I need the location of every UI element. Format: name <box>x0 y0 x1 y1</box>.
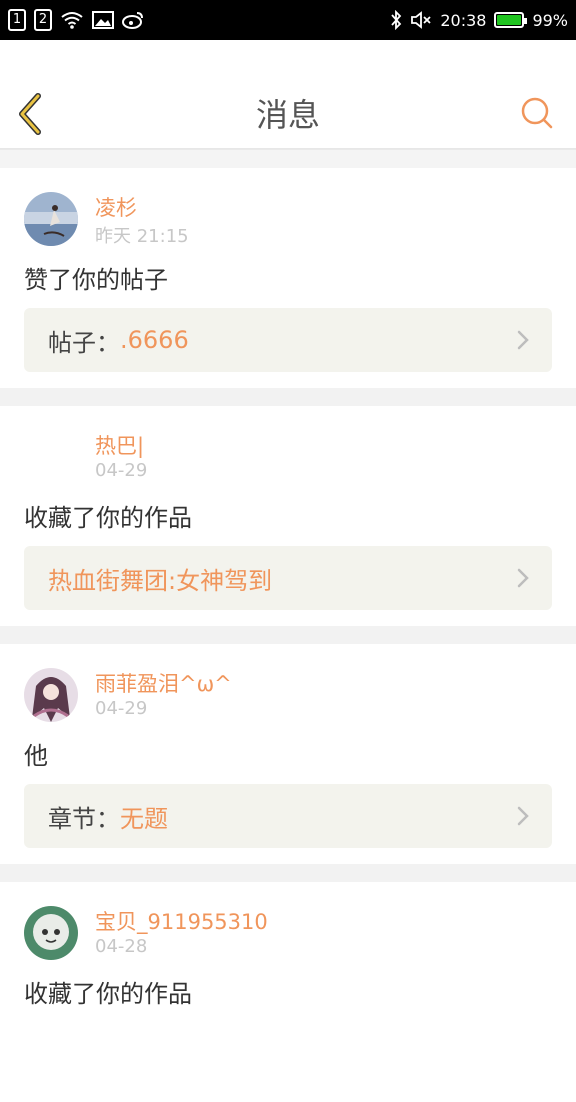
chevron-right-icon <box>517 568 529 588</box>
chevron-right-icon <box>517 330 529 350</box>
username[interactable]: 热巴| <box>95 430 144 460</box>
action-text: 赞了你的帖子 <box>24 266 168 294</box>
wifi-icon <box>61 12 83 29</box>
sim2-label: 2 <box>38 12 48 27</box>
search-icon[interactable] <box>520 96 554 130</box>
message-item[interactable]: 热巴| 04-29 收藏了你的作品 热血街舞团:女神驾到 <box>0 406 576 626</box>
battery-icon <box>494 12 528 28</box>
list-divider <box>0 864 576 882</box>
reference-card[interactable]: 热血街舞团:女神驾到 <box>24 546 552 610</box>
app-header: 消息 <box>0 40 576 149</box>
reference-label: 帖子： <box>48 328 120 357</box>
avatar-image <box>24 668 78 722</box>
reference-label: 章节： <box>48 804 120 833</box>
reference-value: 热血街舞团:女神驾到 <box>48 566 273 595</box>
avatar[interactable] <box>24 906 78 960</box>
message-item[interactable]: 雨菲盈泪^ω^ 04-29 他 章节： 无题 <box>0 644 576 864</box>
avatar[interactable] <box>24 192 78 246</box>
battery-percent: 99% <box>532 10 568 30</box>
list-divider <box>0 388 576 406</box>
list-divider <box>0 149 576 168</box>
username[interactable]: 凌杉 <box>95 192 137 222</box>
reference-value: .6666 <box>120 326 189 354</box>
status-bar-left: 1 2 <box>8 9 144 31</box>
chevron-right-icon <box>517 806 529 826</box>
status-time: 20:38 <box>440 10 487 30</box>
timestamp: 04-29 <box>95 698 148 719</box>
reference-value: 无题 <box>120 804 168 833</box>
reference-card[interactable]: 章节： 无题 <box>24 784 552 848</box>
mute-icon <box>411 11 431 29</box>
sim1-icon: 1 <box>8 9 26 31</box>
timestamp: 04-28 <box>95 936 148 957</box>
bluetooth-icon <box>391 10 402 30</box>
avatar[interactable] <box>24 430 78 484</box>
message-list: 凌杉 昨天 21:15 赞了你的帖子 帖子： .6666 热巴| 04-29 收… <box>0 149 576 1102</box>
action-text: 收藏了你的作品 <box>24 980 192 1008</box>
username[interactable]: 雨菲盈泪^ω^ <box>95 668 232 698</box>
status-bar: 1 2 20:38 99% <box>0 0 576 40</box>
image-icon <box>92 11 114 29</box>
reference-card[interactable]: 帖子： .6666 <box>24 308 552 372</box>
sim2-icon: 2 <box>34 9 52 31</box>
list-divider <box>0 626 576 644</box>
timestamp: 昨天 21:15 <box>95 226 189 247</box>
avatar[interactable] <box>24 668 78 722</box>
username[interactable]: 宝贝_911955310 <box>95 906 268 936</box>
timestamp: 04-29 <box>95 460 148 481</box>
message-item[interactable]: 宝贝_911955310 04-28 收藏了你的作品 <box>0 882 576 1102</box>
sim1-label: 1 <box>12 12 22 27</box>
avatar-image <box>24 192 78 246</box>
action-text: 收藏了你的作品 <box>24 504 192 532</box>
page-title: 消息 <box>255 96 320 134</box>
avatar-image <box>24 906 78 960</box>
status-bar-right: 20:38 99% <box>390 10 568 30</box>
message-item[interactable]: 凌杉 昨天 21:15 赞了你的帖子 帖子： .6666 <box>0 168 576 388</box>
weibo-icon <box>122 12 143 29</box>
action-text: 他 <box>24 742 48 770</box>
